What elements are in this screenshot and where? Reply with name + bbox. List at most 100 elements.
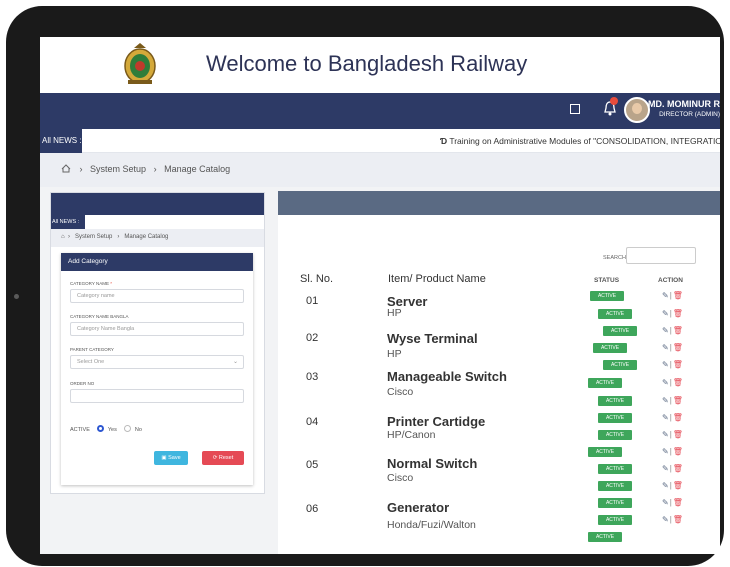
trash-icon[interactable]: 🗑	[673, 464, 683, 473]
reset-button[interactable]: ⟳ Reset	[202, 451, 244, 465]
status-badge[interactable]: ACTIVE	[603, 360, 637, 370]
trash-icon[interactable]: 🗑	[673, 309, 683, 318]
status-badge[interactable]: ACTIVE	[598, 464, 632, 474]
row-name: Manageable Switch	[387, 369, 507, 384]
card-breadcrumb: ⌂ › System Setup › Manage Catalog	[51, 229, 264, 247]
row-sub: Cisco	[387, 386, 414, 398]
status-badge[interactable]: ACTIVE	[598, 413, 632, 423]
status-badge[interactable]: ACTIVE	[598, 515, 632, 525]
railway-logo-icon	[124, 43, 156, 84]
edit-icon[interactable]: ✎	[662, 413, 669, 422]
status-badge[interactable]: ACTIVE	[588, 532, 622, 542]
reset-icon: ⟳	[212, 455, 218, 461]
order-no-label: ORDER NO	[70, 381, 95, 386]
radio-yes-label: Yes	[107, 427, 117, 433]
breadcrumb-sep: ›	[148, 164, 162, 174]
content-area: All NEWS : ⌂ › System Setup › Manage Cat…	[40, 187, 720, 554]
row-no: 05	[306, 459, 319, 471]
card-breadcrumb-system-setup[interactable]: System Setup	[75, 234, 112, 240]
edit-icon[interactable]: ✎	[662, 481, 669, 490]
row-sub: Cisco	[387, 472, 414, 484]
status-badge[interactable]: ACTIVE	[598, 481, 632, 491]
status-badge[interactable]: ACTIVE	[593, 343, 627, 353]
status-badge[interactable]: ACTIVE	[598, 396, 632, 406]
row-sub: HP	[387, 307, 402, 319]
edit-icon[interactable]: ✎	[662, 343, 669, 352]
status-badge[interactable]: ACTIVE	[588, 378, 622, 388]
top-navbar: MD. MOMINUR RASHID DIRECTOR (ADMIN)	[40, 93, 720, 129]
row-no: 04	[306, 416, 319, 428]
trash-icon[interactable]: 🗑	[673, 396, 683, 405]
home-icon[interactable]	[61, 164, 71, 173]
col-action: ACTION	[658, 277, 683, 284]
fullscreen-icon[interactable]	[570, 104, 580, 114]
save-button[interactable]: ▣ Save	[154, 451, 188, 465]
row-no: 02	[306, 332, 319, 344]
trash-icon[interactable]: 🗑	[673, 515, 683, 524]
edit-icon[interactable]: ✎	[662, 378, 669, 387]
status-badge[interactable]: ACTIVE	[590, 291, 624, 301]
card-home-icon[interactable]: ⌂	[61, 234, 65, 240]
status-badge[interactable]: ACTIVE	[588, 447, 622, 457]
avatar[interactable]	[624, 97, 650, 123]
breadcrumb-item-system-setup[interactable]: System Setup	[90, 164, 146, 174]
category-name-bangla-input[interactable]: Category Name Bangla	[70, 322, 244, 336]
edit-icon[interactable]: ✎	[662, 515, 669, 524]
site-header: Welcome to Bangladesh Railway	[40, 37, 720, 93]
radio-no-label: No	[134, 427, 142, 433]
edit-icon[interactable]: ✎	[662, 430, 669, 439]
category-name-input[interactable]: Category name	[70, 289, 244, 303]
news-icon: Ɗ	[440, 136, 448, 146]
category-name-label: CATEGORY NAME *	[70, 281, 113, 286]
trash-icon[interactable]: 🗑	[673, 291, 683, 300]
parent-category-select[interactable]: Select One ⌄	[70, 355, 244, 369]
screen: Welcome to Bangladesh Railway MD. MOMINU…	[40, 37, 720, 554]
row-name: Normal Switch	[387, 456, 478, 471]
notification-badge	[610, 97, 618, 105]
edit-icon[interactable]: ✎	[662, 464, 669, 473]
trash-icon[interactable]: 🗑	[673, 498, 683, 507]
edit-icon[interactable]: ✎	[662, 498, 669, 507]
card-news-bar: All NEWS :	[51, 215, 264, 229]
row-name: Generator	[387, 500, 450, 515]
trash-icon[interactable]: 🗑	[673, 413, 683, 422]
user-name: MD. MOMINUR RASHID	[648, 99, 720, 109]
status-badge[interactable]: ACTIVE	[598, 498, 632, 508]
trash-icon[interactable]: 🗑	[673, 326, 683, 335]
row-name: Wyse Terminal	[387, 331, 478, 346]
edit-icon[interactable]: ✎	[662, 447, 669, 456]
edit-icon[interactable]: ✎	[662, 396, 669, 405]
row-sub: Honda/Fuzi/Walton	[387, 519, 476, 531]
edit-icon[interactable]: ✎	[662, 309, 669, 318]
panel-header	[278, 191, 720, 215]
tablet-frame: Welcome to Bangladesh Railway MD. MOMINU…	[6, 6, 724, 566]
parent-category-label: PARENT CATEGORY	[70, 347, 114, 352]
row-name: Printer Cartidge	[387, 414, 486, 429]
search-label: SEARCH:	[603, 255, 628, 261]
search-input[interactable]	[626, 247, 696, 264]
trash-icon[interactable]: 🗑	[673, 481, 683, 490]
status-badge[interactable]: ACTIVE	[598, 309, 632, 319]
trash-icon[interactable]: 🗑	[673, 430, 683, 439]
status-badge[interactable]: ACTIVE	[598, 430, 632, 440]
edit-icon[interactable]: ✎	[662, 326, 669, 335]
row-no: 03	[306, 371, 319, 383]
trash-icon[interactable]: 🗑	[673, 378, 683, 387]
status-badge[interactable]: ACTIVE	[603, 326, 637, 336]
order-no-input[interactable]	[70, 389, 244, 403]
breadcrumb-item-manage-catalog[interactable]: Manage Catalog	[164, 164, 230, 174]
radio-yes[interactable]	[97, 425, 105, 432]
radio-no[interactable]	[124, 425, 132, 432]
edit-icon[interactable]: ✎	[662, 360, 669, 369]
row-no: 01	[306, 295, 319, 307]
trash-icon[interactable]: 🗑	[673, 360, 683, 369]
trash-icon[interactable]: 🗑	[673, 447, 683, 456]
trash-icon[interactable]: 🗑	[673, 343, 683, 352]
save-icon: ▣	[161, 455, 167, 461]
col-item-name: Item/ Product Name	[388, 273, 486, 285]
edit-icon[interactable]: ✎	[662, 291, 669, 300]
news-ticker[interactable]: Ɗ Training on Administrative Modules of …	[440, 136, 720, 146]
camera-dot	[14, 294, 19, 299]
breadcrumb: › System Setup › Manage Catalog	[40, 153, 720, 187]
card-breadcrumb-manage-catalog[interactable]: Manage Catalog	[124, 234, 168, 240]
